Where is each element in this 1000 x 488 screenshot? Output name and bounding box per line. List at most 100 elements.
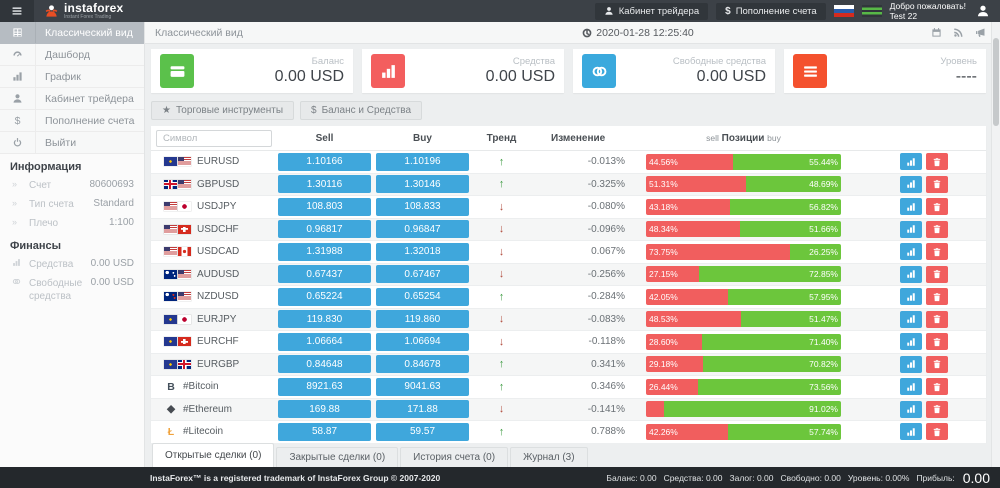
buy-price-button[interactable]: 108.833	[376, 198, 469, 216]
delete-symbol-button[interactable]	[926, 221, 948, 238]
open-chart-button[interactable]	[900, 356, 922, 373]
sidebar-item-table[interactable]: Классический вид	[0, 22, 144, 44]
buy-price-button[interactable]: 0.65254	[376, 288, 469, 306]
delete-symbol-button[interactable]	[926, 378, 948, 395]
tab-история[interactable]: История счета (0)	[400, 447, 508, 467]
sell-price-button[interactable]: 58.87	[278, 423, 371, 441]
buy-percent-label: 48.69%	[809, 179, 838, 189]
buy-price-button[interactable]: 171.88	[376, 400, 469, 418]
balance-funds-button[interactable]: $Баланс и Средства	[300, 101, 422, 120]
trading-instruments-button[interactable]: ★Торговые инструменты	[151, 101, 294, 120]
delete-symbol-button[interactable]	[926, 243, 948, 260]
delete-symbol-button[interactable]	[926, 153, 948, 170]
sell-price-button[interactable]: 169.88	[278, 400, 371, 418]
megaphone-icon[interactable]	[975, 27, 986, 38]
open-chart-button[interactable]	[900, 333, 922, 350]
buy-price-button[interactable]: 119.860	[376, 310, 469, 328]
delete-symbol-button[interactable]	[926, 401, 948, 418]
open-chart-button[interactable]	[900, 266, 922, 283]
scrollbar-thumb[interactable]	[993, 38, 999, 126]
list-icon	[802, 63, 819, 80]
rss-icon[interactable]	[953, 27, 964, 38]
table-row: EURUSD 1.10166 1.10196 ↑ -0.013% 44.56% …	[151, 151, 986, 174]
symbol-label: USDCHF	[197, 224, 239, 235]
buy-price-button[interactable]: 9041.63	[376, 378, 469, 396]
buy-price-button[interactable]: 0.84678	[376, 355, 469, 373]
table-icon	[12, 27, 23, 38]
open-chart-button[interactable]	[900, 243, 922, 260]
info-label: Счет	[29, 179, 90, 192]
delete-symbol-button[interactable]	[926, 198, 948, 215]
sell-price-button[interactable]: 1.06664	[278, 333, 371, 351]
buy-price-button[interactable]: 59.57	[376, 423, 469, 441]
vertical-scrollbar[interactable]	[991, 22, 1000, 467]
open-chart-button[interactable]	[900, 288, 922, 305]
buy-price-button[interactable]: 1.30146	[376, 175, 469, 193]
sell-price-button[interactable]: 1.10166	[278, 153, 371, 171]
buy-price-button[interactable]: 0.67467	[376, 265, 469, 283]
sidebar-item-dashboard[interactable]: Дашборд	[0, 44, 144, 66]
open-chart-button[interactable]	[900, 423, 922, 440]
sell-price-button[interactable]: 108.803	[278, 198, 371, 216]
open-chart-button[interactable]	[900, 221, 922, 238]
info-value: 1:100	[109, 217, 134, 228]
chart-icon	[906, 382, 916, 392]
buy-price-button[interactable]: 1.10196	[376, 153, 469, 171]
sell-price-button[interactable]: 1.30116	[278, 175, 371, 193]
open-chart-button[interactable]	[900, 401, 922, 418]
chart-icon	[12, 71, 23, 82]
open-chart-button[interactable]	[900, 153, 922, 170]
flag-jp-icon	[178, 315, 191, 324]
delete-symbol-button[interactable]	[926, 266, 948, 283]
hamburger-menu-button[interactable]	[0, 0, 34, 22]
sidebar-item-chart[interactable]: График	[0, 66, 144, 88]
russian-flag-icon[interactable]	[834, 5, 854, 17]
user-avatar-icon[interactable]	[974, 2, 992, 20]
green-stripes-flag-icon[interactable]	[862, 5, 882, 17]
card-label: Свободные средства	[673, 56, 766, 67]
delete-symbol-button[interactable]	[926, 288, 948, 305]
tab-открытые[interactable]: Открытые сделки (0)	[152, 443, 274, 467]
symbol-search-input[interactable]	[156, 130, 272, 147]
sidebar-item-dollar[interactable]: $ Пополнение счета	[0, 110, 144, 132]
flag-ch-icon	[178, 225, 191, 234]
footer-stat: Уровень: 0.00%	[848, 473, 910, 483]
sell-price-button[interactable]: 119.830	[278, 310, 371, 328]
buy-price-button[interactable]: 1.06694	[376, 333, 469, 351]
footer-stat: Баланс: 0.00	[606, 473, 656, 483]
open-chart-button[interactable]	[900, 311, 922, 328]
open-chart-button[interactable]	[900, 378, 922, 395]
sidebar-item-power[interactable]: Выйти	[0, 132, 144, 154]
sell-price-button[interactable]: 0.84648	[278, 355, 371, 373]
sell-price-button[interactable]: 8921.63	[278, 378, 371, 396]
delete-symbol-button[interactable]	[926, 311, 948, 328]
sell-price-button[interactable]: 0.67437	[278, 265, 371, 283]
delete-symbol-button[interactable]	[926, 333, 948, 350]
delete-symbol-button[interactable]	[926, 176, 948, 193]
open-chart-button[interactable]	[900, 176, 922, 193]
positions-bar: 42.05% 57.95%	[646, 289, 841, 305]
table-row: EURCHF 1.06664 1.06694 ↓ -0.118% 28.60% …	[151, 331, 986, 354]
sidebar-item-user[interactable]: Кабинет трейдера	[0, 88, 144, 110]
deposit-button[interactable]: $ Пополнение счета	[716, 3, 826, 20]
instaforex-logo[interactable]: instaforex Instant Forex Trading	[44, 2, 123, 20]
delete-symbol-button[interactable]	[926, 423, 948, 440]
coins-icon	[12, 277, 21, 286]
sell-price-button[interactable]: 1.31988	[278, 243, 371, 261]
buy-price-button[interactable]: 0.96847	[376, 220, 469, 238]
open-chart-button[interactable]	[900, 198, 922, 215]
buy-price-button[interactable]: 1.32018	[376, 243, 469, 261]
symbol-cell: GBPUSD	[151, 179, 278, 190]
flag-us-icon	[178, 270, 191, 279]
sell-percent-label: 48.53%	[649, 314, 678, 324]
calendar-icon[interactable]	[931, 27, 942, 38]
tab-журнал[interactable]: Журнал (3)	[510, 447, 588, 467]
sell-price-button[interactable]: 0.96817	[278, 220, 371, 238]
trader-cabinet-button[interactable]: Кабинет трейдера	[595, 3, 708, 20]
delete-symbol-button[interactable]	[926, 356, 948, 373]
symbol-label: #Litecoin	[183, 426, 223, 437]
finance-value: 0.00 USD	[91, 258, 134, 269]
main-header: Классический вид 2020-01-28 12:25:40	[145, 22, 1000, 44]
tab-закрытые[interactable]: Закрытые сделки (0)	[276, 447, 398, 467]
sell-price-button[interactable]: 0.65224	[278, 288, 371, 306]
